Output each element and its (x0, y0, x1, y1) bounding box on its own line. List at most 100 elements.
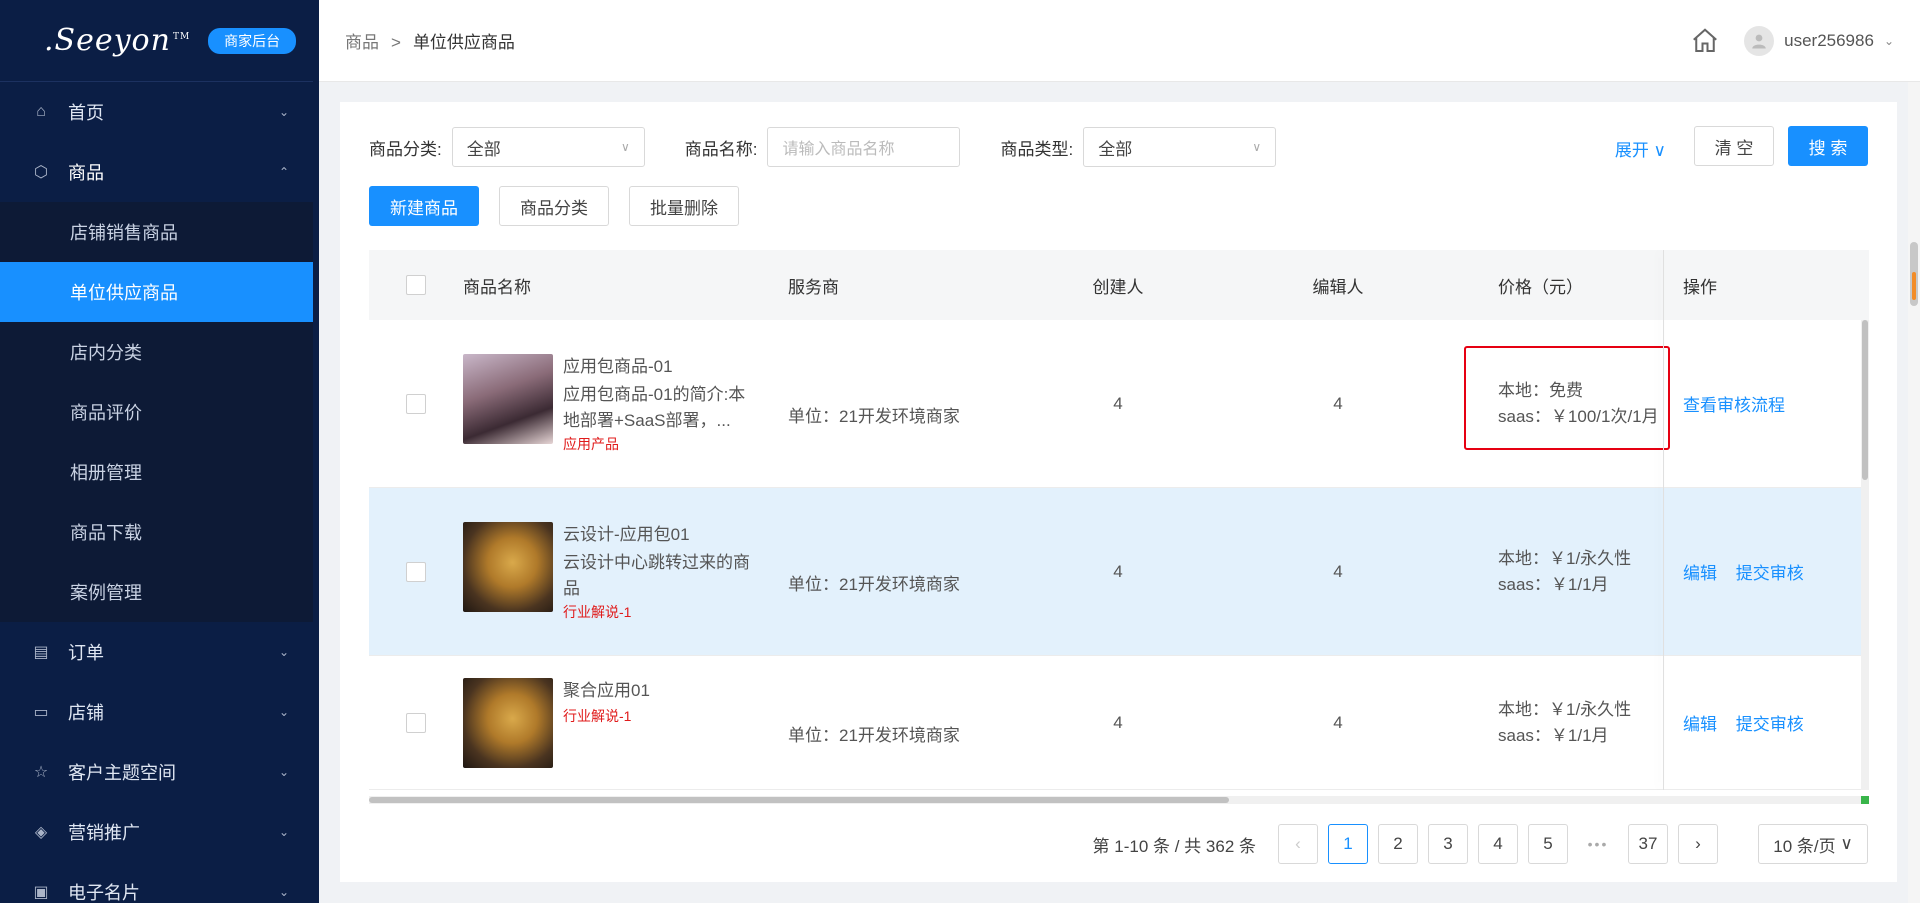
layers-icon: ◈ (34, 824, 48, 841)
edit-link[interactable]: 编辑 (1683, 564, 1717, 583)
breadcrumb-current: 单位供应商品 (412, 33, 515, 52)
column-header: 服务商 (788, 277, 839, 297)
pagination-total: 第 1-10 条 / 共 362 条 (1092, 836, 1256, 856)
category-filter-label: 商品分类: (369, 139, 442, 159)
service-provider: 单位：21开发环境商家 (788, 726, 960, 745)
chevron-down-icon: ⌄ (278, 705, 289, 719)
sidebar-item-customer-space[interactable]: ☆ 客户主题空间 ⌄ (0, 742, 313, 802)
chevron-down-icon: ⌄ (278, 765, 289, 779)
price-saas: saas：￥1/1月 (1498, 725, 1609, 745)
sidebar-item-products[interactable]: ⬡ 商品 ⌃ (0, 142, 313, 202)
sidebar-item-marketing[interactable]: ◈ 营销推广 ⌄ (0, 802, 313, 862)
column-header: 价格（元） (1498, 277, 1583, 297)
main-content: 商品分类: 全部 ∨ 商品名称: 请输入商品名称 商品类型: 全部 ∨ 展开 ∨… (340, 102, 1897, 882)
merchant-backend-badge: 商家后台 (208, 27, 297, 54)
page-button[interactable]: 4 (1478, 824, 1518, 864)
chevron-down-icon: ⌄ (278, 885, 289, 899)
last-page-button[interactable]: 37 (1628, 824, 1668, 864)
home-icon[interactable] (1690, 26, 1720, 56)
next-page-button[interactable]: › (1678, 824, 1718, 864)
price-local: 本地：￥1/永久性 (1498, 548, 1632, 568)
price-local: 本地：￥1/永久性 (1498, 699, 1632, 719)
table-row: 聚合应用01 行业解说-1 单位：21开发环境商家 4 4 本地：￥1/永久性 … (369, 656, 1869, 790)
sidebar-subitem-store-products[interactable]: 店铺销售商品 (0, 202, 313, 262)
pagination-ellipsis[interactable]: ••• (1578, 836, 1618, 852)
sidebar-item-store[interactable]: ▭ 店铺 ⌄ (0, 682, 313, 742)
chevron-down-icon: ∨ (1252, 140, 1262, 154)
clear-button[interactable]: 清 空 (1694, 126, 1774, 166)
sidebar-item-business-card[interactable]: ▣ 电子名片 ⌄ (0, 862, 313, 903)
creator: 4 (1113, 561, 1123, 581)
chevron-down-icon[interactable]: ⌄ (1884, 34, 1894, 48)
cube-icon: ⬡ (34, 164, 48, 181)
page-size-select[interactable]: 10 条/页 ∨ (1758, 824, 1868, 864)
product-name-input[interactable]: 请输入商品名称 (767, 127, 961, 167)
editor: 4 (1333, 712, 1343, 732)
new-product-button[interactable]: 新建商品 (369, 186, 479, 226)
breadcrumb-item[interactable]: 商品 (345, 33, 379, 52)
table-vertical-scrollbar[interactable] (1861, 320, 1869, 790)
service-provider: 单位：21开发环境商家 (788, 575, 960, 594)
sidebar-item-label: 营销推广 (68, 823, 140, 843)
expand-filters-link[interactable]: 展开 ∨ (1615, 136, 1666, 161)
chevron-down-icon: ⌄ (278, 645, 289, 659)
sidebar-item-label: 电子名片 (68, 883, 140, 903)
sidebar-item-orders[interactable]: ▤ 订单 ⌄ (0, 622, 313, 682)
page-button[interactable]: 2 (1378, 824, 1418, 864)
action-bar: 新建商品 商品分类 批量删除 (369, 186, 759, 226)
page-button[interactable]: 3 (1428, 824, 1468, 864)
sidebar-item-home[interactable]: ⌂ 首页 ⌄ (0, 82, 313, 142)
avatar[interactable] (1744, 26, 1775, 56)
page-button[interactable]: 1 (1328, 824, 1368, 864)
seeyon-logo[interactable]: .Seeyon TM (44, 23, 190, 58)
row-checkbox[interactable] (406, 561, 426, 582)
product-category-button[interactable]: 商品分类 (499, 186, 609, 226)
page-scrollbar[interactable] (1908, 82, 1920, 903)
product-description: 应用包商品-01的简介:本地部署+SaaS部署，... (563, 384, 746, 430)
sidebar-scrollbar[interactable] (313, 0, 319, 903)
sidebar-subitem-product-download[interactable]: 商品下载 (0, 502, 313, 562)
search-button[interactable]: 搜 索 (1788, 126, 1868, 166)
product-thumbnail[interactable] (463, 677, 553, 768)
sidebar-subitem-album[interactable]: 相册管理 (0, 442, 313, 502)
category-select[interactable]: 全部 ∨ (451, 127, 645, 167)
product-table: 商品名称 服务商 创建人 编辑人 价格（元） 操作 应用包商品-01 应用包商品… (369, 250, 1869, 790)
select-all-checkbox[interactable] (406, 275, 426, 295)
product-title[interactable]: 云设计-应用包01 (563, 522, 758, 548)
sidebar-subitem-product-reviews[interactable]: 商品评价 (0, 382, 313, 442)
page-button[interactable]: 5 (1528, 824, 1568, 864)
product-tag: 行业解说-1 (563, 603, 632, 620)
sidebar-item-label: 店铺 (68, 703, 104, 723)
table-horizontal-scrollbar[interactable] (369, 796, 1869, 804)
column-header: 编辑人 (1312, 277, 1364, 297)
store-icon: ▭ (33, 704, 49, 721)
service-provider: 单位：21开发环境商家 (788, 407, 960, 426)
breadcrumb: 商品 > 单位供应商品 (345, 28, 515, 53)
row-checkbox[interactable] (406, 712, 426, 733)
submit-review-link[interactable]: 提交审核 (1736, 564, 1804, 583)
submit-review-link[interactable]: 提交审核 (1736, 715, 1804, 734)
document-icon: ▤ (33, 644, 49, 661)
type-select[interactable]: 全部 ∨ (1083, 127, 1277, 167)
product-thumbnail[interactable] (463, 521, 553, 612)
prev-page-button[interactable]: ‹ (1278, 824, 1318, 864)
sidebar-item-label: 商品 (68, 163, 104, 183)
sidebar-subitem-store-category[interactable]: 店内分类 (0, 322, 313, 382)
column-header: 操作 (1683, 277, 1717, 297)
product-thumbnail[interactable] (463, 353, 553, 444)
chevron-down-icon: ⌄ (278, 105, 289, 119)
logo-bar: .Seeyon TM 商家后台 (0, 0, 313, 82)
view-review-flow-link[interactable]: 查看审核流程 (1683, 396, 1785, 415)
edit-link[interactable]: 编辑 (1683, 715, 1717, 734)
column-header: 商品名称 (463, 277, 531, 297)
sidebar-subitem-case-management[interactable]: 案例管理 (0, 562, 313, 622)
product-title[interactable]: 应用包商品-01 (563, 354, 758, 380)
price-saas: saas：￥1/1月 (1498, 574, 1609, 594)
sidebar-subitem-unit-supply-products[interactable]: 单位供应商品 (0, 262, 313, 322)
creator: 4 (1113, 393, 1123, 413)
product-title[interactable]: 聚合应用01 (563, 678, 650, 704)
username[interactable]: user256986 (1784, 31, 1874, 51)
batch-delete-button[interactable]: 批量删除 (629, 186, 739, 226)
row-checkbox[interactable] (406, 393, 426, 414)
user-icon (1752, 34, 1766, 49)
